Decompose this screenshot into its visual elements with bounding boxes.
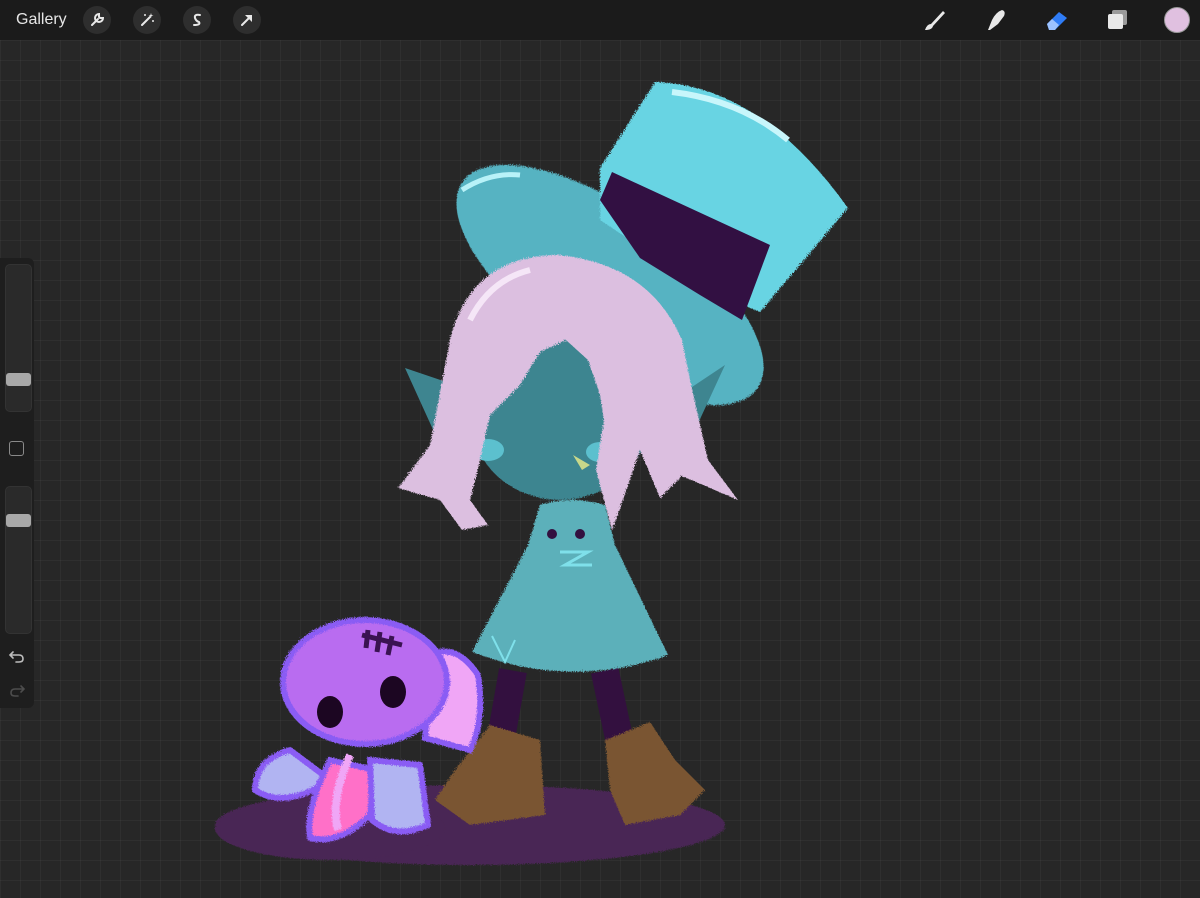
- magic-wand-icon: [140, 13, 154, 26]
- eraser-icon: [1047, 12, 1067, 30]
- right-toolbar: [920, 0, 1200, 40]
- color-picker-button[interactable]: [1164, 7, 1190, 33]
- artwork: [215, 82, 848, 865]
- layers-icon: [1108, 10, 1127, 29]
- opacity-thumb[interactable]: [6, 514, 31, 527]
- octopus-eye-right: [380, 676, 406, 708]
- octopus-eye-left: [317, 696, 343, 728]
- brush-size-thumb[interactable]: [6, 373, 31, 386]
- gallery-button[interactable]: Gallery: [16, 11, 67, 29]
- selection-icon: [192, 13, 201, 26]
- undo-icon[interactable]: [8, 648, 26, 666]
- top-toolbar: Gallery: [0, 0, 1200, 40]
- selection-button[interactable]: [182, 6, 211, 34]
- opacity-slider[interactable]: [5, 486, 32, 634]
- redo-icon[interactable]: [8, 682, 26, 700]
- dress: [472, 500, 668, 672]
- brush-tool[interactable]: [920, 5, 950, 35]
- smudge-icon: [988, 10, 1005, 30]
- dress-button-left: [547, 529, 557, 539]
- brush-icon: [925, 11, 945, 30]
- actions-button[interactable]: [82, 6, 111, 34]
- smudge-tool[interactable]: [981, 5, 1011, 35]
- adjustments-button[interactable]: [132, 6, 161, 34]
- eraser-tool[interactable]: [1042, 5, 1072, 35]
- layers-tool[interactable]: [1103, 5, 1133, 35]
- brush-size-slider[interactable]: [5, 264, 32, 412]
- wrench-icon: [90, 12, 104, 26]
- transform-arrow-icon: [240, 15, 252, 26]
- transform-button[interactable]: [232, 6, 261, 34]
- dress-button-right: [575, 529, 585, 539]
- left-sidebar: [0, 258, 34, 708]
- modify-square-button[interactable]: [9, 441, 24, 456]
